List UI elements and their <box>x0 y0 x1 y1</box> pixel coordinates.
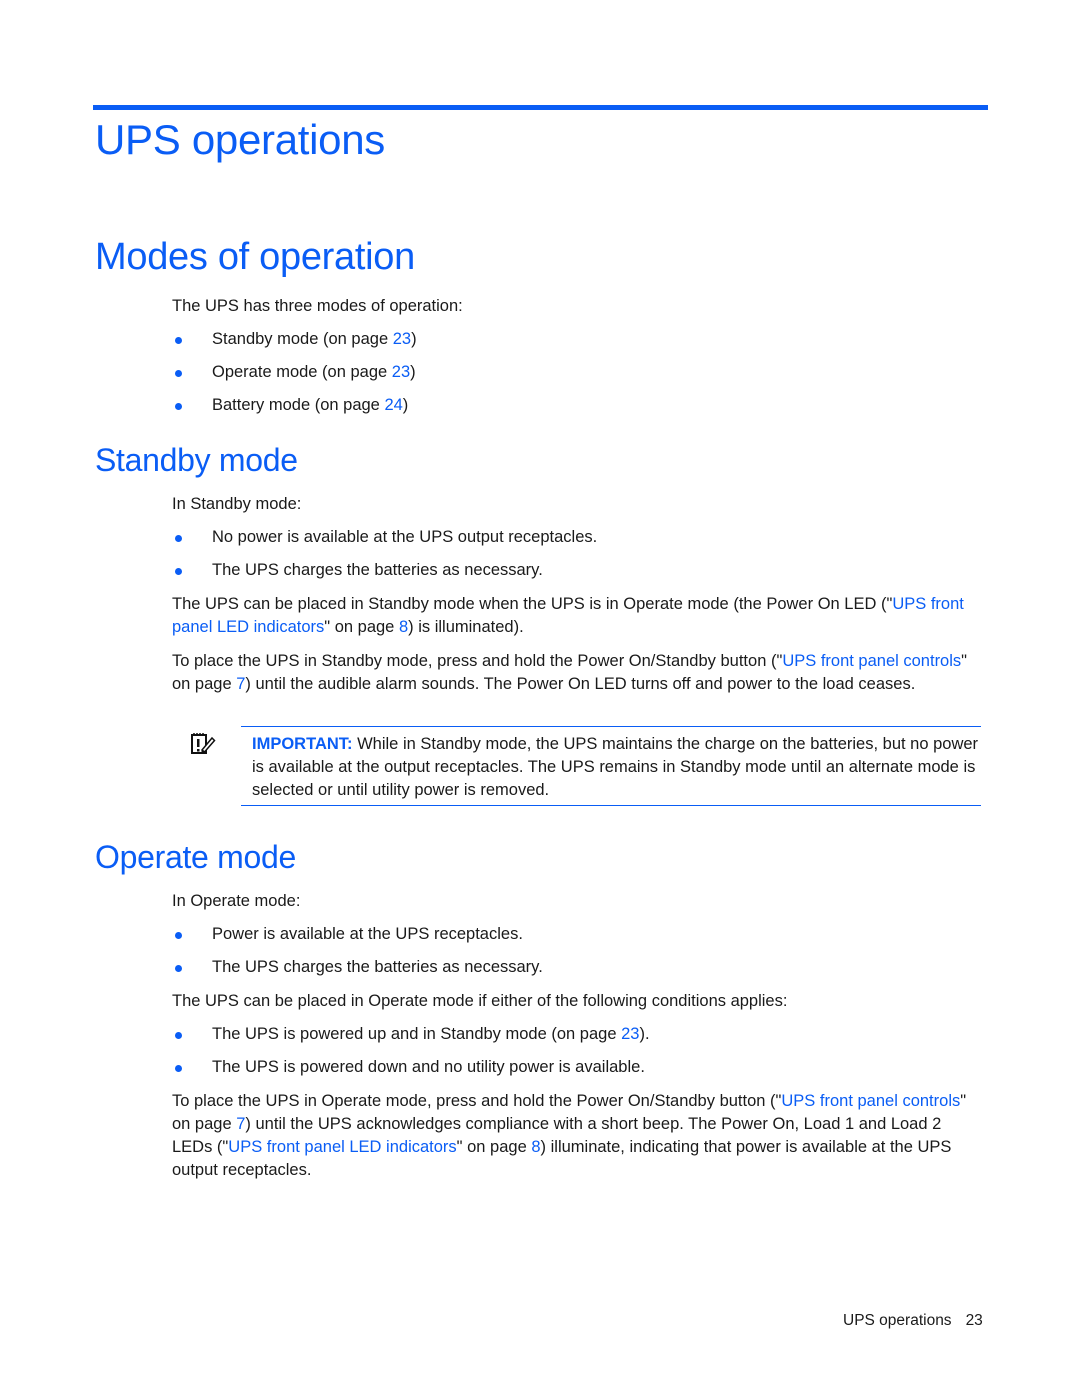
section-title-standby: Standby mode <box>95 442 298 478</box>
section-title-modes: Modes of operation <box>95 236 415 278</box>
standby-paragraph-2: To place the UPS in Standby mode, press … <box>172 652 968 693</box>
note-label: IMPORTANT: <box>252 735 353 753</box>
page-link[interactable]: 8 <box>399 618 408 636</box>
bullet-icon <box>175 568 182 575</box>
bullet-icon <box>175 535 182 542</box>
standby-intro: In Standby mode: <box>172 495 302 513</box>
section-title-operate: Operate mode <box>95 839 296 875</box>
page-link[interactable]: 8 <box>531 1138 540 1156</box>
page-link[interactable]: 23 <box>393 330 411 348</box>
operate-paragraph: To place the UPS in Operate mode, press … <box>172 1092 967 1179</box>
chapter-rule <box>93 105 988 110</box>
front-panel-controls-link[interactable]: UPS front panel controls <box>781 1092 960 1110</box>
important-note: IMPORTANT: While in Standby mode, the UP… <box>241 726 981 806</box>
footer-section: UPS operations <box>843 1312 952 1329</box>
standby-paragraph-1: The UPS can be placed in Standby mode wh… <box>172 595 964 636</box>
bullet-icon <box>175 1065 182 1072</box>
page-link[interactable]: 23 <box>392 363 410 381</box>
led-indicators-link[interactable]: UPS front panel LED indicators <box>228 1138 456 1156</box>
bullet-icon <box>175 1032 182 1039</box>
page-link[interactable]: 23 <box>621 1025 639 1043</box>
bullet-icon <box>175 370 182 377</box>
page-number: 23 <box>965 1312 983 1329</box>
page-link[interactable]: 24 <box>384 396 402 414</box>
operate-intro: In Operate mode: <box>172 892 301 910</box>
bullet-icon <box>175 932 182 939</box>
front-panel-controls-link[interactable]: UPS front panel controls <box>782 652 961 670</box>
bullet-icon <box>175 403 182 410</box>
important-note-icon <box>191 733 216 754</box>
modes-intro: The UPS has three modes of operation: <box>172 297 463 315</box>
bullet-icon <box>175 337 182 344</box>
bullet-icon <box>175 965 182 972</box>
chapter-title: UPS operations <box>95 116 385 163</box>
note-text: While in Standby mode, the UPS maintains… <box>252 735 979 799</box>
conditions-intro: The UPS can be placed in Operate mode if… <box>172 992 788 1010</box>
page-footer: UPS operations 23 <box>843 1312 983 1330</box>
